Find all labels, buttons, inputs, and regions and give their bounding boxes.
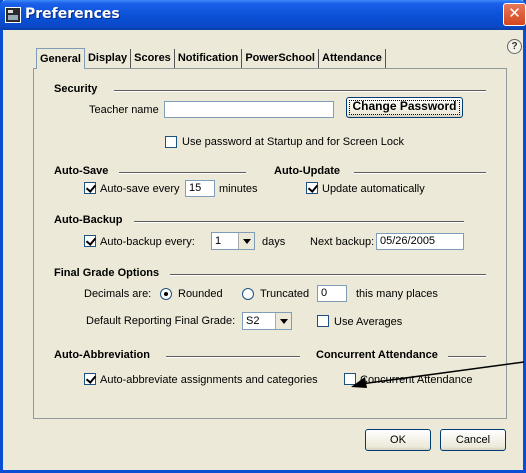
backup-days-label: days [262, 236, 286, 248]
tab-bar: General Display Scores Notification Powe… [36, 48, 386, 69]
final-grade-heading: Final Grade Options [54, 267, 160, 279]
tab-general[interactable]: General [36, 48, 85, 69]
auto-update-heading: Auto-Update [274, 165, 340, 177]
auto-save-checkbox[interactable] [84, 182, 96, 194]
preferences-window: Preferences ✕ ? General Display Scores N… [0, 0, 526, 473]
cancel-button[interactable]: Cancel [440, 429, 506, 451]
decimal-places-label: this many places [356, 288, 438, 300]
default-final-grade-value: S2 [246, 315, 260, 327]
truncated-label: Truncated [260, 288, 310, 300]
next-backup-label: Next backup: [310, 236, 375, 248]
truncated-radio[interactable] [242, 288, 254, 300]
title-bar[interactable]: Preferences ✕ [0, 0, 526, 30]
auto-save-heading: Auto-Save [54, 165, 109, 177]
default-final-grade-select[interactable]: S2 [242, 312, 292, 330]
default-final-grade-label: Default Reporting Final Grade: [86, 315, 236, 327]
auto-backup-divider [134, 221, 464, 223]
auto-abbreviate-label: Auto-abbreviate assignments and categori… [100, 374, 318, 386]
security-heading: Security [54, 83, 98, 95]
tab-powerschool[interactable]: PowerSchool [242, 49, 319, 68]
decimals-label: Decimals are: [84, 288, 152, 300]
auto-save-minutes-input[interactable]: 15 [185, 180, 215, 197]
backup-days-value: 1 [215, 235, 222, 247]
use-averages-checkbox[interactable] [317, 315, 329, 327]
use-averages-label: Use Averages [334, 316, 403, 328]
tab-display[interactable]: Display [85, 49, 132, 68]
chevron-down-icon[interactable] [238, 233, 254, 249]
auto-backup-label: Auto-backup every: [100, 236, 195, 248]
concurrent-attendance-divider [448, 356, 486, 358]
rounded-label: Rounded [178, 288, 223, 300]
auto-backup-heading: Auto-Backup [54, 214, 123, 226]
close-icon[interactable]: ✕ [503, 3, 526, 26]
auto-save-label: Auto-save every [100, 183, 180, 195]
auto-update-checkbox[interactable] [306, 182, 318, 194]
ok-button[interactable]: OK [365, 429, 431, 451]
change-password-button[interactable]: Change Password [346, 97, 463, 118]
tab-attendance[interactable]: Attendance [319, 49, 386, 68]
auto-abbreviation-divider [166, 356, 300, 358]
security-divider [114, 90, 486, 92]
auto-update-label: Update automatically [322, 183, 425, 195]
auto-abbreviate-checkbox[interactable] [84, 373, 96, 385]
window-title: Preferences [25, 6, 120, 22]
final-grade-divider [170, 274, 486, 276]
tab-scores[interactable]: Scores [131, 49, 175, 68]
auto-backup-checkbox[interactable] [84, 235, 96, 247]
help-icon[interactable]: ? [507, 39, 522, 54]
auto-update-divider [354, 172, 486, 174]
teacher-name-input[interactable] [164, 101, 334, 118]
auto-abbreviation-heading: Auto-Abbreviation [54, 349, 150, 361]
backup-days-select[interactable]: 1 [211, 232, 255, 250]
rounded-radio[interactable] [160, 288, 172, 300]
annotation-arrow-icon [351, 361, 525, 388]
next-backup-input[interactable]: 05/26/2005 [376, 233, 464, 250]
use-password-checkbox[interactable] [165, 136, 177, 148]
auto-save-minutes-label: minutes [219, 183, 258, 195]
auto-save-divider [119, 172, 246, 174]
app-icon [5, 7, 21, 23]
teacher-name-label: Teacher name [89, 104, 159, 116]
use-password-label: Use password at Startup and for Screen L… [182, 136, 404, 148]
tab-notification[interactable]: Notification [175, 49, 243, 68]
chevron-down-icon[interactable] [275, 313, 291, 329]
decimal-places-input[interactable]: 0 [317, 285, 347, 302]
